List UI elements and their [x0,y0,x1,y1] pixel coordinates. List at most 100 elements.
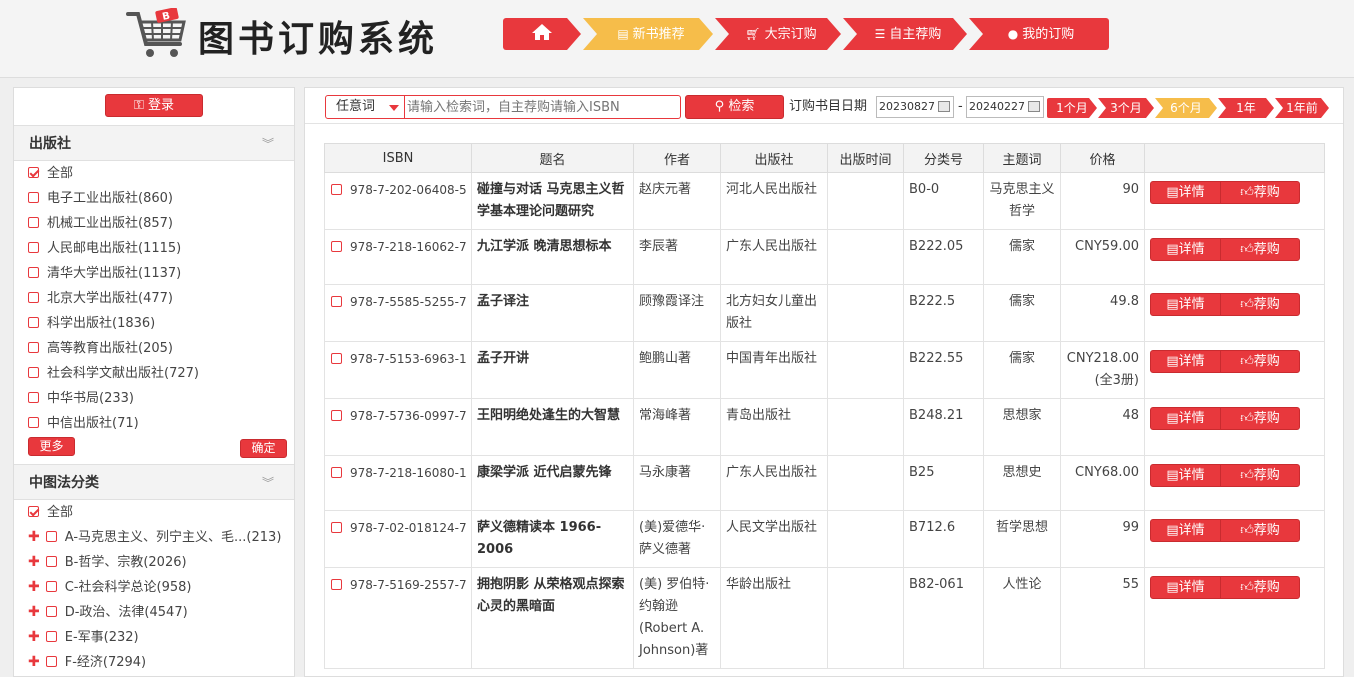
column-header[interactable]: 题名 [471,143,634,173]
checkbox[interactable] [28,506,39,517]
expand-icon[interactable]: ✚ [28,529,40,545]
checkbox[interactable] [28,167,39,178]
expand-icon[interactable]: ✚ [28,629,40,645]
clc-section-header[interactable]: 中图法分类 ︾ [14,464,294,500]
clc-item[interactable]: ✚ D-政治、法律(4547) [28,600,296,625]
column-header[interactable]: ISBN [324,143,472,173]
row-checkbox[interactable] [331,467,342,478]
calendar-icon[interactable] [1028,101,1040,112]
row-checkbox[interactable] [331,579,342,590]
range-6-months[interactable]: 6个月 [1155,98,1217,118]
publisher-list: 全部 电子工业出版社(860) 机械工业出版社(857) 人民邮电出版社(111… [28,161,296,436]
checkbox[interactable] [45,556,57,567]
expand-icon[interactable]: ✚ [28,654,40,670]
confirm-button[interactable]: 确定 [240,439,287,458]
recommend-button[interactable]: 👍︎荐购 [1220,464,1300,487]
clc-item[interactable]: ✚ A-马克思主义、列宁主义、毛...(213) [28,525,296,550]
clc-item[interactable]: ✚ E-军事(232) [28,625,296,650]
checkbox[interactable] [28,417,39,428]
recommend-button[interactable]: 👍︎荐购 [1220,293,1300,316]
publisher-section-header[interactable]: 出版社 ︾ [14,125,294,161]
publisher-item[interactable]: 人民邮电出版社(1115) [28,236,296,261]
column-header[interactable]: 出版时间 [827,143,904,173]
range-before-1-year[interactable]: 1年前 [1275,98,1329,118]
column-header[interactable]: 分类号 [903,143,984,173]
login-button[interactable]: ⚿ 登录 [105,94,203,117]
search-button[interactable]: ⚲ 检索 [685,95,784,119]
detail-button[interactable]: ▤详情 [1150,576,1221,599]
detail-button[interactable]: ▤详情 [1150,519,1221,542]
row-checkbox[interactable] [331,410,342,421]
more-button[interactable]: 更多 [28,437,75,456]
recommend-button[interactable]: 👍︎荐购 [1220,238,1300,261]
range-1-month[interactable]: 1个月 [1047,98,1097,118]
checkbox[interactable] [28,317,39,328]
publisher-item[interactable]: 高等教育出版社(205) [28,336,296,361]
nav-bulk-order[interactable]: 🛒︎ 大宗订购 [715,18,841,50]
row-checkbox[interactable] [331,353,342,364]
recommend-button[interactable]: 👍︎荐购 [1220,576,1300,599]
expand-icon[interactable]: ✚ [28,604,40,620]
detail-button[interactable]: ▤详情 [1150,407,1221,430]
date-from-input[interactable]: 20230827 [876,96,954,118]
recommend-button[interactable]: 👍︎荐购 [1220,181,1300,204]
recommend-button[interactable]: 👍︎荐购 [1220,519,1300,542]
search-field-select[interactable]: 任意词 [325,95,405,119]
row-checkbox[interactable] [331,522,342,533]
detail-button[interactable]: ▤详情 [1150,464,1221,487]
checkbox[interactable] [45,606,57,617]
checkbox[interactable] [28,292,39,303]
logo[interactable]: B 图书订购系统 [126,6,456,62]
row-checkbox[interactable] [331,296,342,307]
expand-icon[interactable]: ✚ [28,579,40,595]
date-to-input[interactable]: 20240227 [966,96,1044,118]
row-checkbox[interactable] [331,241,342,252]
checkbox[interactable] [28,192,39,203]
recommend-button[interactable]: 👍︎荐购 [1220,407,1300,430]
clc-item[interactable]: ✚ F-经济(7294) [28,650,296,675]
checkbox[interactable] [28,367,39,378]
checkbox[interactable] [45,581,57,592]
nav-new-books[interactable]: ▤ 新书推荐 [583,18,713,50]
calendar-icon[interactable] [938,101,950,112]
nav-self-recommend[interactable]: ☰ 自主荐购 [843,18,967,50]
column-header[interactable]: 价格 [1060,143,1145,173]
publisher-item[interactable]: 电子工业出版社(860) [28,186,296,211]
expand-icon[interactable]: ✚ [28,554,40,570]
checkbox[interactable] [45,531,57,542]
nav-my-orders[interactable]: ● 我的订购 [969,18,1109,50]
clc-item[interactable]: ✚ C-社会科学总论(958) [28,575,296,600]
checkbox[interactable] [28,217,39,228]
checkbox[interactable] [28,267,39,278]
column-header[interactable]: 出版社 [720,143,828,173]
column-header[interactable]: 作者 [633,143,721,173]
recommend-button[interactable]: 👍︎荐购 [1220,350,1300,373]
clc-all[interactable]: 全部 [28,500,296,525]
publisher-item[interactable]: 科学出版社(1836) [28,311,296,336]
publisher-item[interactable]: 北京大学出版社(477) [28,286,296,311]
publisher-item[interactable]: 中信出版社(71) [28,411,296,436]
range-1-year[interactable]: 1年 [1218,98,1274,118]
detail-button[interactable]: ▤详情 [1150,350,1221,373]
range-3-months[interactable]: 3个月 [1098,98,1154,118]
detail-button[interactable]: ▤详情 [1150,181,1221,204]
detail-button[interactable]: ▤详情 [1150,293,1221,316]
publisher-item[interactable]: 清华大学出版社(1137) [28,261,296,286]
checkbox[interactable] [45,656,57,667]
checkbox[interactable] [45,631,57,642]
chevron-down-icon[interactable]: ︾ [262,126,274,162]
row-checkbox[interactable] [331,184,342,195]
publisher-item[interactable]: 中华书局(233) [28,386,296,411]
detail-button[interactable]: ▤详情 [1150,238,1221,261]
checkbox[interactable] [28,392,39,403]
clc-item[interactable]: ✚ B-哲学、宗教(2026) [28,550,296,575]
publisher-item[interactable]: 机械工业出版社(857) [28,211,296,236]
column-header[interactable]: 主题词 [983,143,1061,173]
search-input[interactable] [405,95,681,119]
checkbox[interactable] [28,242,39,253]
publisher-item[interactable]: 社会科学文献出版社(727) [28,361,296,386]
publisher-all[interactable]: 全部 [28,161,296,186]
nav-home[interactable] [503,18,581,50]
chevron-down-icon[interactable]: ︾ [262,465,274,501]
checkbox[interactable] [28,342,39,353]
